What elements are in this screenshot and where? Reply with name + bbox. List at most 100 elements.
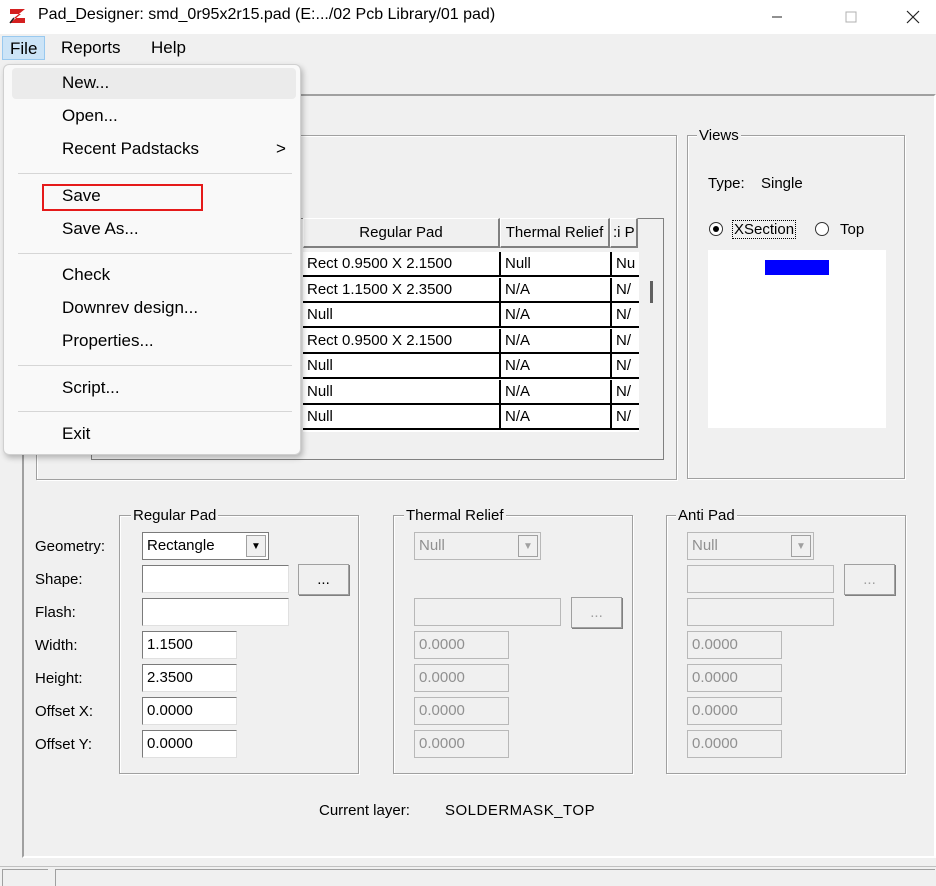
menu-item-check[interactable]: Check bbox=[12, 260, 296, 291]
table-scrollbar-thumb[interactable] bbox=[650, 281, 653, 303]
thermal-relief-geometry-select[interactable]: Null ▼ bbox=[414, 532, 541, 560]
anti-pad-shape-field[interactable] bbox=[687, 565, 834, 593]
table-cell: Rect 0.9500 X 2.1500 bbox=[303, 252, 501, 277]
chevron-right-icon: > bbox=[276, 139, 286, 158]
table-cell: N/ bbox=[612, 380, 639, 405]
column-header-anti-pad[interactable]: :i P bbox=[610, 218, 638, 248]
menu-item-save-as[interactable]: Save As... bbox=[12, 214, 296, 245]
table-cell: Rect 1.1500 X 2.3500 bbox=[303, 278, 501, 303]
minimize-icon bbox=[772, 16, 782, 18]
table-row[interactable]: Null N/A N/ bbox=[303, 405, 639, 431]
chevron-down-icon[interactable]: ▼ bbox=[791, 535, 811, 557]
menu-item-exit[interactable]: Exit bbox=[12, 419, 296, 450]
menu-item-downrev-design[interactable]: Downrev design... bbox=[12, 293, 296, 324]
thermal-relief-offset-y-field[interactable]: 0.0000 bbox=[414, 730, 509, 758]
table-cell: N/ bbox=[612, 329, 639, 354]
table-cell: Null bbox=[501, 252, 612, 277]
regular-pad-offset-x-field[interactable]: 0.0000 bbox=[142, 697, 237, 725]
top-label[interactable]: Top bbox=[840, 221, 864, 238]
window-title: Pad_Designer: smd_0r95x2r15.pad (E:.../0… bbox=[38, 6, 496, 23]
anti-pad-width-field[interactable]: 0.0000 bbox=[687, 631, 782, 659]
anti-pad-flash-field[interactable] bbox=[687, 598, 834, 626]
menu-item-script[interactable]: Script... bbox=[12, 373, 296, 404]
file-menu-dropdown: New... Open... Recent Padstacks > Save S… bbox=[3, 64, 301, 455]
status-bar bbox=[0, 866, 936, 886]
table-cell: N/A bbox=[501, 354, 612, 379]
views-title: Views bbox=[697, 127, 741, 144]
regular-pad-geometry-select[interactable]: Rectangle ▼ bbox=[142, 532, 269, 560]
anti-pad-geometry-select[interactable]: Null ▼ bbox=[687, 532, 814, 560]
regular-pad-height-field[interactable]: 2.3500 bbox=[142, 664, 237, 692]
chevron-down-icon[interactable]: ▼ bbox=[246, 535, 266, 557]
regular-pad-width-field[interactable]: 1.1500 bbox=[142, 631, 237, 659]
regular-pad-title: Regular Pad bbox=[131, 507, 219, 524]
maximize-button[interactable] bbox=[828, 0, 874, 34]
table-row[interactable]: Rect 1.1500 X 2.3500 N/A N/ bbox=[303, 278, 639, 304]
thermal-relief-flash-field[interactable] bbox=[414, 598, 561, 626]
menu-item-recent-padstacks[interactable]: Recent Padstacks > bbox=[12, 134, 296, 165]
table-row[interactable]: Rect 0.9500 X 2.1500 Null Nu bbox=[303, 252, 639, 278]
view-canvas bbox=[708, 250, 886, 428]
regular-pad-geometry-value: Rectangle bbox=[147, 537, 215, 554]
table-row[interactable]: Rect 0.9500 X 2.1500 N/A N/ bbox=[303, 329, 639, 355]
regular-pad-offset-y-field[interactable]: 0.0000 bbox=[142, 730, 237, 758]
close-icon bbox=[906, 10, 920, 24]
table-cell: Nu bbox=[612, 252, 639, 277]
table-cell: Null bbox=[303, 303, 501, 328]
regular-pad-shape-browse-button[interactable]: ... bbox=[298, 564, 349, 595]
thermal-relief-geometry-value: Null bbox=[419, 537, 445, 554]
title-bar: Pad_Designer: smd_0r95x2r15.pad (E:.../0… bbox=[0, 0, 936, 34]
minimize-button[interactable] bbox=[754, 0, 800, 34]
geometry-label: Geometry: bbox=[35, 538, 106, 555]
view-pad-shape bbox=[765, 260, 829, 275]
menu-help[interactable]: Help bbox=[144, 36, 193, 60]
table-cell: Null bbox=[303, 380, 501, 405]
thermal-relief-height-field[interactable]: 0.0000 bbox=[414, 664, 509, 692]
status-pane bbox=[55, 869, 935, 886]
menu-separator bbox=[18, 253, 292, 254]
regular-pad-shape-field[interactable] bbox=[142, 565, 289, 593]
flash-label: Flash: bbox=[35, 604, 76, 621]
status-pane bbox=[2, 869, 48, 886]
chevron-down-icon[interactable]: ▼ bbox=[518, 535, 538, 557]
anti-pad-offset-x-field[interactable]: 0.0000 bbox=[687, 697, 782, 725]
xsection-label[interactable]: XSection bbox=[732, 220, 797, 239]
anti-pad-title: Anti Pad bbox=[676, 507, 737, 524]
menu-item-properties[interactable]: Properties... bbox=[12, 326, 296, 357]
menu-item-open[interactable]: Open... bbox=[12, 101, 296, 132]
current-layer-value: SOLDERMASK_TOP bbox=[445, 802, 596, 819]
table-row[interactable]: Null N/A N/ bbox=[303, 303, 639, 329]
menu-separator bbox=[18, 173, 292, 174]
table-cell: Rect 0.9500 X 2.1500 bbox=[303, 329, 501, 354]
height-label: Height: bbox=[35, 670, 83, 687]
menu-bar: File Reports Help bbox=[0, 34, 936, 62]
close-button[interactable] bbox=[890, 0, 936, 34]
save-highlight-box bbox=[42, 184, 203, 211]
column-header-regular-pad[interactable]: Regular Pad bbox=[303, 218, 500, 248]
table-cell: Null bbox=[303, 354, 501, 379]
menu-separator bbox=[18, 411, 292, 412]
menu-separator bbox=[18, 365, 292, 366]
menu-item-new[interactable]: New... bbox=[12, 68, 296, 99]
thermal-relief-offset-x-field[interactable]: 0.0000 bbox=[414, 697, 509, 725]
anti-pad-offset-y-field[interactable]: 0.0000 bbox=[687, 730, 782, 758]
menu-file[interactable]: File bbox=[2, 36, 46, 60]
offset-x-label: Offset X: bbox=[35, 703, 94, 720]
pad-designer-logo-icon bbox=[9, 7, 27, 25]
offset-y-label: Offset Y: bbox=[35, 736, 92, 753]
column-header-thermal-relief[interactable]: Thermal Relief bbox=[500, 218, 610, 248]
width-label: Width: bbox=[35, 637, 78, 654]
top-radio[interactable] bbox=[815, 222, 829, 236]
thermal-relief-browse-button[interactable]: ... bbox=[571, 597, 622, 628]
menu-reports[interactable]: Reports bbox=[54, 36, 128, 60]
layers-table-body[interactable]: Rect 0.9500 X 2.1500 Null Nu Rect 1.1500… bbox=[303, 252, 639, 432]
thermal-relief-width-field[interactable]: 0.0000 bbox=[414, 631, 509, 659]
anti-pad-geometry-value: Null bbox=[692, 537, 718, 554]
xsection-radio[interactable] bbox=[709, 222, 723, 236]
regular-pad-flash-field[interactable] bbox=[142, 598, 289, 626]
table-row[interactable]: Null N/A N/ bbox=[303, 380, 639, 406]
anti-pad-height-field[interactable]: 0.0000 bbox=[687, 664, 782, 692]
table-row[interactable]: Null N/A N/ bbox=[303, 354, 639, 380]
view-type-label: Type: bbox=[708, 175, 745, 192]
anti-pad-browse-button[interactable]: ... bbox=[844, 564, 895, 595]
